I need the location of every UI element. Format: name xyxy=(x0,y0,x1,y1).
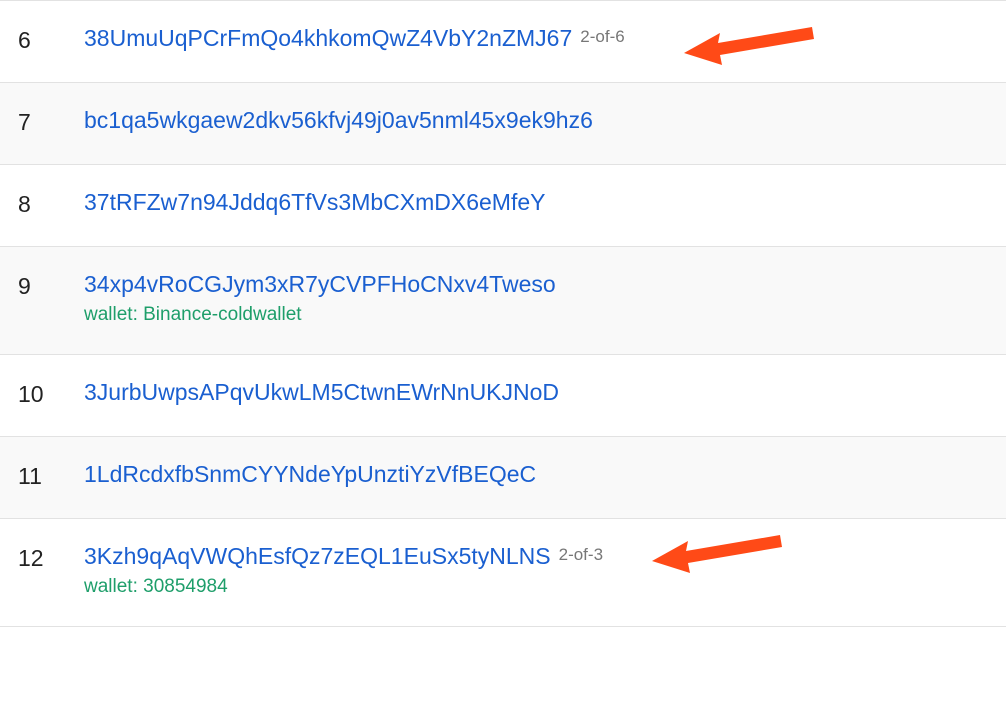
table-row: 934xp4vRoCGJym3xR7yCVPFHoCNxv4Tweso walle… xyxy=(0,246,1006,354)
row-content: 3Kzh9qAqVWQhEsfQz7zEQL1EuSx5tyNLNS 2-of-3… xyxy=(84,543,988,598)
table-row: 111LdRcdxfbSnmCYYNdeYpUnztiYzVfBEQeC xyxy=(0,436,1006,518)
table-row: 103JurbUwpsAPqvUkwLM5CtwnEWrNnUKJNoD xyxy=(0,354,1006,436)
row-index: 6 xyxy=(18,25,84,54)
table-row: 7bc1qa5wkgaew2dkv56kfvj49j0av5nml45x9ek9… xyxy=(0,82,1006,164)
address-line: 34xp4vRoCGJym3xR7yCVPFHoCNxv4Tweso xyxy=(84,271,988,298)
table-row: 837tRFZw7n94Jddq6TfVs3MbCXmDX6eMfeY xyxy=(0,164,1006,246)
multisig-badge: 2-of-6 xyxy=(580,27,624,47)
address-link[interactable]: 37tRFZw7n94Jddq6TfVs3MbCXmDX6eMfeY xyxy=(84,189,545,216)
row-index: 11 xyxy=(18,461,84,490)
row-content: 37tRFZw7n94Jddq6TfVs3MbCXmDX6eMfeY xyxy=(84,189,988,216)
address-line: 38UmuUqPCrFmQo4khkomQwZ4VbY2nZMJ67 2-of-6 xyxy=(84,25,988,52)
row-content: 34xp4vRoCGJym3xR7yCVPFHoCNxv4Tweso wallet… xyxy=(84,271,988,326)
row-content: 1LdRcdxfbSnmCYYNdeYpUnztiYzVfBEQeC xyxy=(84,461,988,488)
table-row: 123Kzh9qAqVWQhEsfQz7zEQL1EuSx5tyNLNS 2-of… xyxy=(0,518,1006,627)
row-index: 9 xyxy=(18,271,84,300)
address-link[interactable]: 1LdRcdxfbSnmCYYNdeYpUnztiYzVfBEQeC xyxy=(84,461,536,488)
address-line: 1LdRcdxfbSnmCYYNdeYpUnztiYzVfBEQeC xyxy=(84,461,988,488)
table-row: 638UmuUqPCrFmQo4khkomQwZ4VbY2nZMJ67 2-of-… xyxy=(0,0,1006,82)
address-list: 638UmuUqPCrFmQo4khkomQwZ4VbY2nZMJ67 2-of-… xyxy=(0,0,1006,627)
address-link[interactable]: 3JurbUwpsAPqvUkwLM5CtwnEWrNnUKJNoD xyxy=(84,379,559,406)
address-line: bc1qa5wkgaew2dkv56kfvj49j0av5nml45x9ek9h… xyxy=(84,107,988,134)
row-content: bc1qa5wkgaew2dkv56kfvj49j0av5nml45x9ek9h… xyxy=(84,107,988,134)
address-link[interactable]: 3Kzh9qAqVWQhEsfQz7zEQL1EuSx5tyNLNS xyxy=(84,543,551,570)
address-line: 37tRFZw7n94Jddq6TfVs3MbCXmDX6eMfeY xyxy=(84,189,988,216)
row-index: 12 xyxy=(18,543,84,572)
address-link[interactable]: 38UmuUqPCrFmQo4khkomQwZ4VbY2nZMJ67 xyxy=(84,25,572,52)
address-link[interactable]: 34xp4vRoCGJym3xR7yCVPFHoCNxv4Tweso xyxy=(84,271,556,298)
wallet-label: wallet: Binance-coldwallet xyxy=(84,304,988,326)
row-index: 10 xyxy=(18,379,84,408)
multisig-badge: 2-of-3 xyxy=(559,545,603,565)
address-line: 3JurbUwpsAPqvUkwLM5CtwnEWrNnUKJNoD xyxy=(84,379,988,406)
row-content: 38UmuUqPCrFmQo4khkomQwZ4VbY2nZMJ67 2-of-6 xyxy=(84,25,988,52)
row-index: 8 xyxy=(18,189,84,218)
row-index: 7 xyxy=(18,107,84,136)
address-link[interactable]: bc1qa5wkgaew2dkv56kfvj49j0av5nml45x9ek9h… xyxy=(84,107,593,134)
address-line: 3Kzh9qAqVWQhEsfQz7zEQL1EuSx5tyNLNS 2-of-3 xyxy=(84,543,988,570)
row-content: 3JurbUwpsAPqvUkwLM5CtwnEWrNnUKJNoD xyxy=(84,379,988,406)
wallet-label: wallet: 30854984 xyxy=(84,576,988,598)
